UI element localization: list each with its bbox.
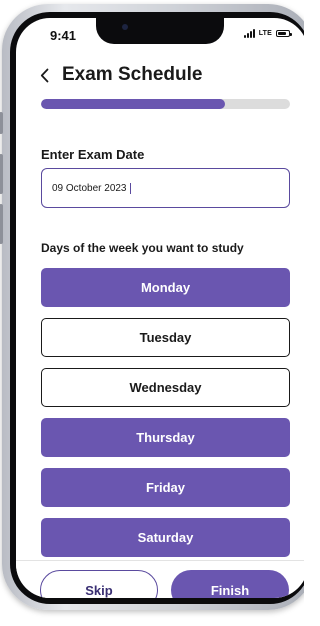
volume-up-button — [0, 154, 3, 194]
camera-icon — [122, 24, 128, 30]
footer-actions: Skip Finish — [16, 560, 304, 598]
study-days-label: Days of the week you want to study — [41, 241, 244, 255]
progress-bar — [41, 99, 290, 109]
signal-bars-icon — [243, 29, 255, 38]
volume-down-button — [0, 204, 3, 244]
exam-date-input[interactable]: 09 October 2023 — [41, 168, 290, 208]
day-button-monday[interactable]: Monday — [41, 268, 290, 307]
day-button-wednesday[interactable]: Wednesday — [41, 368, 290, 407]
finish-button[interactable]: Finish — [171, 570, 289, 598]
header: Exam Schedule — [38, 64, 202, 86]
phone-bezel: 9:41 LTE Exam Schedule Enter Exam Date 0… — [10, 12, 304, 604]
exam-date-value: 09 October 2023 — [52, 182, 127, 194]
network-type: LTE — [258, 30, 272, 37]
study-days-list: Monday Tuesday Wednesday Thursday Friday… — [41, 268, 290, 568]
day-button-thursday[interactable]: Thursday — [41, 418, 290, 457]
day-button-friday[interactable]: Friday — [41, 468, 290, 507]
side-button — [0, 112, 3, 134]
progress-fill — [41, 99, 226, 109]
app-screen: 9:41 LTE Exam Schedule Enter Exam Date 0… — [16, 18, 304, 598]
page: 9:41 LTE Exam Schedule Enter Exam Date 0… — [0, 0, 304, 626]
day-button-saturday[interactable]: Saturday — [41, 518, 290, 557]
chevron-left-icon[interactable] — [38, 66, 50, 84]
camera-notch — [96, 18, 224, 44]
exam-date-label: Enter Exam Date — [41, 147, 145, 162]
day-button-tuesday[interactable]: Tuesday — [41, 318, 290, 357]
battery-icon — [276, 30, 292, 37]
skip-button[interactable]: Skip — [40, 570, 158, 598]
phone-frame: 9:41 LTE Exam Schedule Enter Exam Date 0… — [0, 4, 304, 610]
status-indicators: LTE — [243, 29, 292, 38]
status-time: 9:41 — [50, 28, 77, 43]
page-title: Exam Schedule — [62, 64, 203, 85]
text-cursor — [129, 182, 131, 194]
